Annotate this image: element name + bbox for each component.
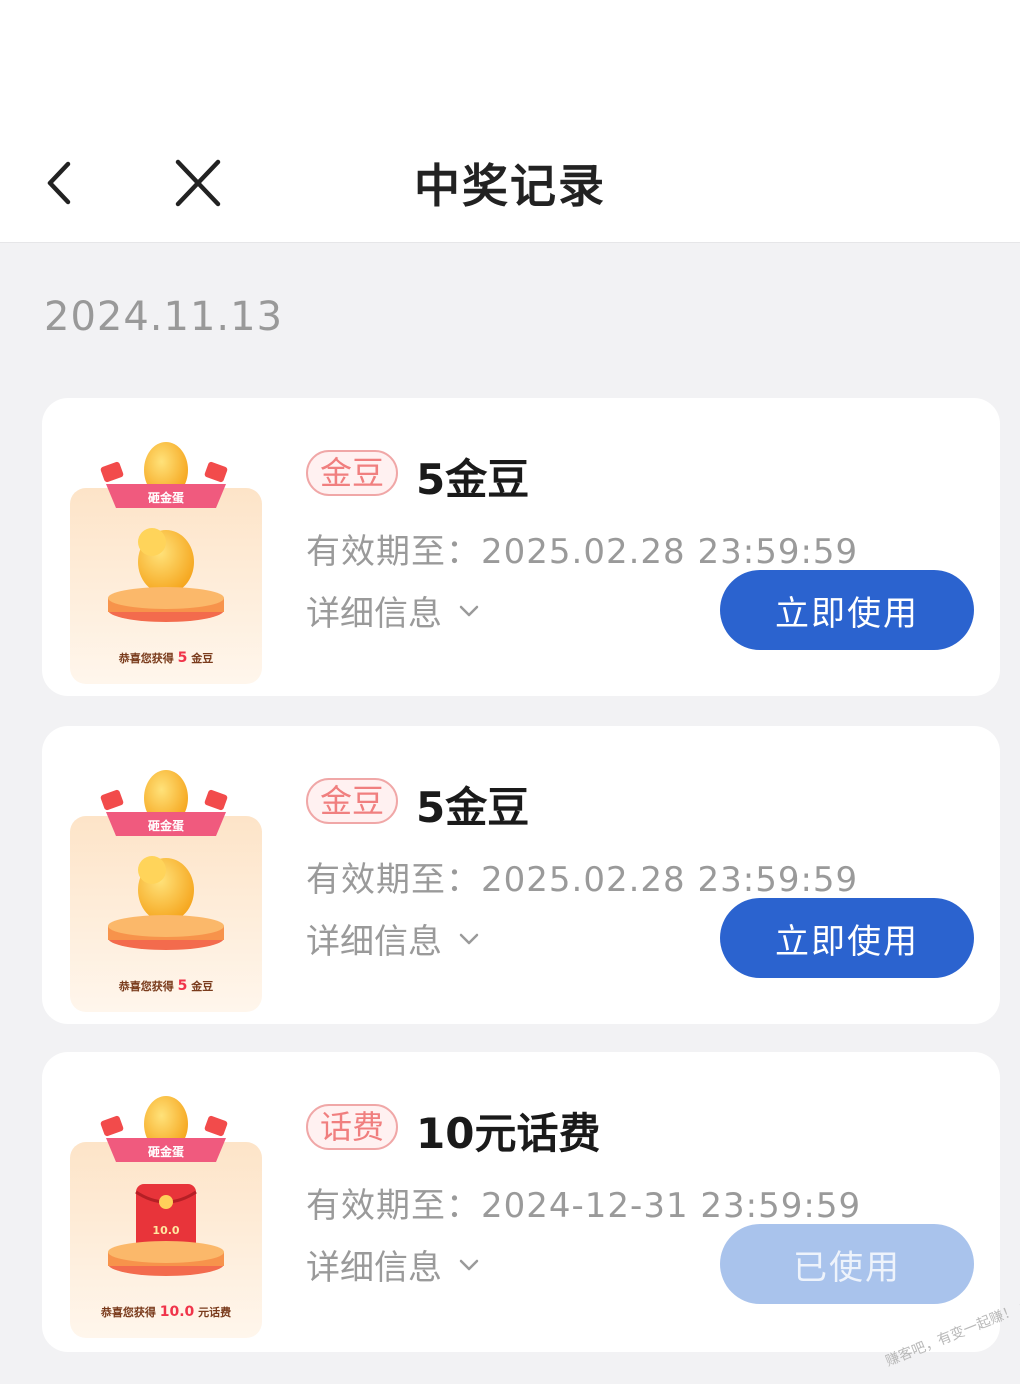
thumb-red-packet-value: 10.0 [152,1224,179,1237]
thumb-caption-suffix: 金豆 [190,979,213,993]
thumb-banner-text: 砸金蛋 [148,818,184,833]
thumb-caption-prefix: 恭喜您获得 [118,651,174,665]
thumb-caption-value: 5 [178,978,188,994]
thumb-caption-suffix: 金豆 [190,651,213,665]
prize-record-card: 砸金蛋 10.0 恭喜您获得 10.0 元话费 话费 10元话费 有效期至：20… [42,1052,1000,1352]
chevron-down-icon [459,1259,479,1270]
thumb-caption-prefix: 恭喜您获得 [100,1305,156,1319]
svg-text:恭喜您获得 5 金豆: 恭喜您获得 5 金豆 [118,650,213,666]
prize-record-card: 砸金蛋 恭喜您获得 5 金豆 金豆 5金豆 有效期至：2025.02.28 23… [42,398,1000,696]
prize-record-card: 砸金蛋 恭喜您获得 5 金豆 金豆 5金豆 有效期至：2025.02.28 23… [42,726,1000,1024]
thumb-caption-value: 5 [178,650,188,666]
details-label: 详细信息 [306,922,442,962]
thumb-caption-suffix: 元话费 [198,1305,231,1319]
prize-thumbnail: 砸金蛋 恭喜您获得 5 金豆 [70,442,262,684]
prize-thumbnail: 砸金蛋 10.0 恭喜您获得 10.0 元话费 [70,1096,262,1338]
details-toggle[interactable]: 详细信息 [306,914,484,963]
page-title: 中奖记录 [414,159,606,213]
prize-title: 10元话费 [416,1109,601,1158]
thumb-banner-text: 砸金蛋 [148,1144,184,1159]
details-toggle[interactable]: 详细信息 [306,1240,484,1289]
prize-title: 5金豆 [416,783,530,832]
used-button[interactable]: 已使用 [720,1224,974,1304]
prize-type-tag: 话费 [306,1104,399,1150]
date-group-label: 2024.11.13 [44,294,284,340]
use-now-button[interactable]: 立即使用 [720,898,974,978]
chevron-down-icon [459,605,479,616]
details-label: 详细信息 [306,1248,442,1288]
validity-text: 有效期至：2025.02.28 23:59:59 [306,532,859,572]
svg-text:恭喜您获得 5 金豆: 恭喜您获得 5 金豆 [118,978,213,994]
svg-text:恭喜您获得 10.0 元话费: 恭喜您获得 10.0 元话费 [100,1304,231,1320]
prize-thumbnail: 砸金蛋 恭喜您获得 5 金豆 [70,770,262,1012]
details-label: 详细信息 [306,594,442,634]
prize-type-tag: 金豆 [306,450,399,496]
validity-text: 有效期至：2025.02.28 23:59:59 [306,860,859,900]
use-now-button[interactable]: 立即使用 [720,570,974,650]
thumb-caption-prefix: 恭喜您获得 [118,979,174,993]
chevron-down-icon [459,933,479,944]
prize-title: 5金豆 [416,455,530,504]
thumb-caption-value: 10.0 [160,1304,195,1320]
top-bar: 中奖记录 [0,0,1020,243]
thumb-banner-text: 砸金蛋 [148,490,184,505]
details-toggle[interactable]: 详细信息 [306,586,484,635]
validity-text: 有效期至：2024-12-31 23:59:59 [306,1186,862,1226]
prize-type-tag: 金豆 [306,778,399,824]
